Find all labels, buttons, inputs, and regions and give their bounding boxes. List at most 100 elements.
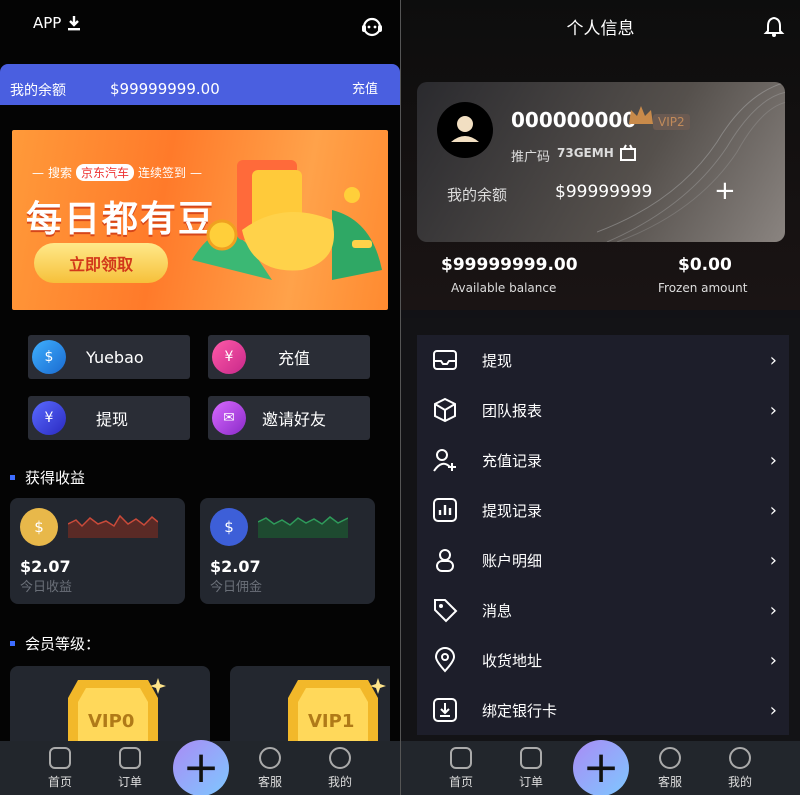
user-add-icon <box>432 447 458 473</box>
frozen-amount-value: $0.00 <box>678 255 732 275</box>
coin-icon: $ <box>20 508 58 546</box>
banner-tag-post: 连续签到 <box>138 166 187 180</box>
recharge-icon: ¥ <box>212 340 246 374</box>
available-balance-value: $99999999.00 <box>441 255 578 275</box>
profile-icon <box>329 747 351 769</box>
banner-illustration <box>192 160 382 280</box>
menu-bind-bank-card[interactable]: 绑定银行卡 › <box>417 685 789 735</box>
earnings-card-today[interactable]: $ $2.07 今日收益 <box>10 498 185 604</box>
available-balance-label: Available balance <box>451 281 557 295</box>
earnings-sparkline <box>68 514 158 538</box>
app-download-link[interactable]: APP <box>33 14 83 32</box>
level-section-title: 会员等级： <box>10 633 100 654</box>
tab-service[interactable]: 客服 <box>645 747 695 790</box>
menu-messages[interactable]: 消息 › <box>417 585 789 635</box>
tab-home[interactable]: 首页 <box>35 747 85 790</box>
tab-service-label: 客服 <box>257 775 282 789</box>
section-bullet <box>10 641 15 646</box>
quick-invite-label: 邀请好友 <box>262 410 327 429</box>
menu-account-details[interactable]: 账户明细 › <box>417 535 789 585</box>
menu-withdraw-history-label: 提现记录 <box>482 501 543 520</box>
chevron-right-icon: › <box>769 499 777 521</box>
menu-bind-bank-card-label: 绑定银行卡 <box>482 701 558 720</box>
quick-recharge-button[interactable]: ¥ 充值 <box>208 335 370 379</box>
banner-tagline: — 搜索 京东汽车 连续签到 — <box>32 164 203 181</box>
tab-service-label: 客服 <box>657 775 682 789</box>
avatar[interactable] <box>437 102 493 158</box>
profile-icon <box>729 747 751 769</box>
vip-badge-icon <box>68 678 166 746</box>
promo-label: 推广码 <box>511 150 551 165</box>
tab-home-label: 首页 <box>448 775 473 789</box>
chevron-right-icon: › <box>769 449 777 471</box>
customer-service-icon[interactable] <box>360 14 384 38</box>
banner-tag-brand: 京东汽车 <box>76 164 135 181</box>
quick-invite-button[interactable]: ✉ 邀请好友 <box>208 396 370 440</box>
tab-profile[interactable]: 我的 <box>715 747 765 790</box>
app-label: APP <box>33 14 62 32</box>
vip-card-1[interactable]: VIP1 <box>230 666 390 746</box>
download-box-icon <box>432 697 458 723</box>
vip-badge-icon <box>288 678 386 746</box>
chevron-right-icon: › <box>769 699 777 721</box>
home-screen: APP 我的余额 $99999999.00 充值 — 搜索 京东汽车 连续签到 — … <box>0 0 400 795</box>
commission-label: 今日佣金 <box>210 580 263 595</box>
tag-icon <box>432 597 458 623</box>
copy-code-icon[interactable] <box>619 144 637 162</box>
yuebao-icon: $ <box>32 340 66 374</box>
bar-chart-icon <box>432 497 458 523</box>
menu-withdraw-history[interactable]: 提现记录 › <box>417 485 789 535</box>
center-plus-button[interactable]: + <box>173 740 229 795</box>
quick-yuebao-button[interactable]: $ Yuebao <box>28 335 190 379</box>
tab-home-label: 首页 <box>47 775 72 789</box>
page-title: 个人信息 <box>566 19 635 39</box>
crown-icon <box>629 106 653 124</box>
bottom-tab-bar: 首页 订单 + 客服 我的 <box>0 740 400 795</box>
balance-value: $99999999.00 <box>110 80 220 98</box>
order-icon <box>119 747 141 769</box>
menu-team-report[interactable]: 团队报表 › <box>417 385 789 435</box>
menu-messages-label: 消息 <box>482 601 513 620</box>
chevron-right-icon: › <box>769 399 777 421</box>
tab-home[interactable]: 首页 <box>436 747 486 790</box>
tab-orders-label: 订单 <box>518 775 543 789</box>
vip-badge: VIP2 <box>653 114 690 130</box>
menu-account-details-label: 账户明细 <box>482 551 543 570</box>
recharge-link[interactable]: 充值 <box>352 78 378 97</box>
section-bullet <box>10 475 15 480</box>
menu-shipping-address-label: 收货地址 <box>482 651 543 670</box>
add-funds-button[interactable]: + <box>714 176 736 206</box>
menu-recharge-history[interactable]: 充值记录 › <box>417 435 789 485</box>
tab-orders[interactable]: 订单 <box>506 747 556 790</box>
balance-label: 我的余额 <box>10 83 66 99</box>
balance-bar: 我的余额 $99999999.00 充值 <box>0 64 400 105</box>
menu-shipping-address[interactable]: 收货地址 › <box>417 635 789 685</box>
bottom-tab-bar: 首页 订单 + 客服 我的 <box>401 740 800 795</box>
earnings-today-label: 今日收益 <box>20 580 73 595</box>
bell-icon[interactable] <box>763 16 785 38</box>
banner-tag-pre: 搜索 <box>48 166 73 180</box>
chevron-right-icon: › <box>769 549 777 571</box>
tab-profile[interactable]: 我的 <box>315 747 365 790</box>
cube-icon <box>432 397 458 423</box>
tab-profile-label: 我的 <box>727 775 752 789</box>
withdraw-icon: ¥ <box>32 401 66 435</box>
card-balance-value: $99999999 <box>555 182 653 202</box>
earnings-card-commission[interactable]: $ $2.07 今日佣金 <box>200 498 375 604</box>
menu-withdraw-label: 提现 <box>482 351 513 370</box>
profile-card: 000000000 VIP2 推广码 73GEMH 我的余额 $99999999… <box>417 82 785 242</box>
inbox-icon <box>432 347 458 373</box>
banner-cta-button[interactable]: 立即领取 <box>34 243 168 283</box>
tab-orders[interactable]: 订单 <box>105 747 155 790</box>
center-plus-button[interactable]: + <box>573 740 629 795</box>
card-wave-decoration <box>597 82 785 242</box>
vip-card-0[interactable]: VIP0 <box>10 666 210 746</box>
card-balance-label: 我的余额 <box>447 186 508 204</box>
earnings-title-text: 获得收益 <box>25 469 86 487</box>
quick-withdraw-button[interactable]: ¥ 提现 <box>28 396 190 440</box>
promo-banner[interactable]: — 搜索 京东汽车 连续签到 — 每日都有豆 立即领取 <box>12 130 388 310</box>
earnings-section-title: 获得收益 <box>10 467 85 488</box>
quick-yuebao-label: Yuebao <box>86 347 144 367</box>
menu-withdraw[interactable]: 提现 › <box>417 335 789 385</box>
tab-service[interactable]: 客服 <box>245 747 295 790</box>
